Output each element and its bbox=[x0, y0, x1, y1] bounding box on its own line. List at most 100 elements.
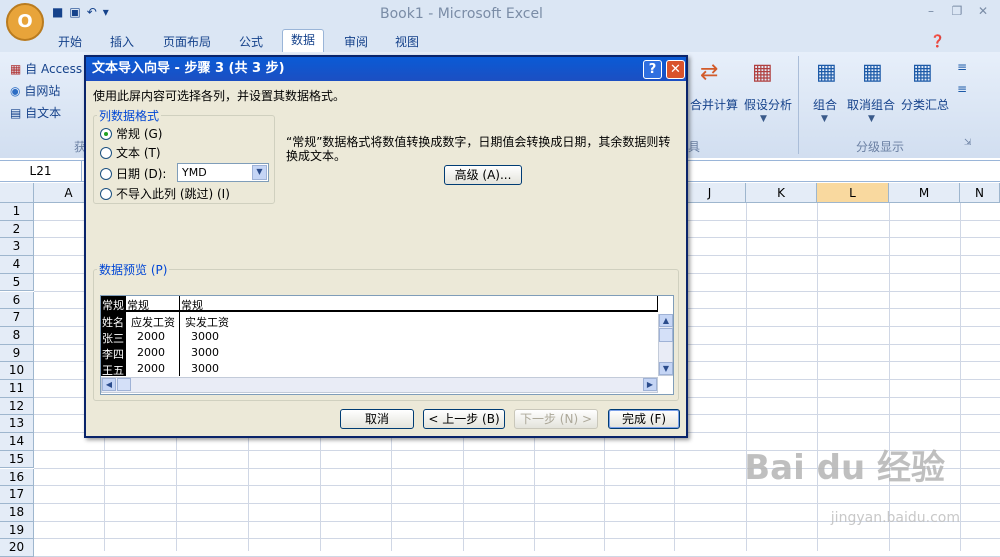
scroll-down-icon[interactable]: ▼ bbox=[659, 362, 673, 375]
column-break[interactable] bbox=[179, 296, 180, 376]
preview-cell: 3000 bbox=[191, 330, 219, 343]
outline-group-label: 分级显示 bbox=[856, 140, 905, 154]
window-title: Book1 - Microsoft Excel bbox=[380, 6, 543, 22]
from-text-button[interactable]: ▤ 自文本 bbox=[10, 104, 61, 121]
chevron-down-icon[interactable]: ▼ bbox=[252, 165, 267, 180]
preview-col-2-format[interactable]: 常规 bbox=[127, 297, 149, 313]
tab-page-layout[interactable]: 页面布局 bbox=[155, 33, 219, 50]
what-if-analysis-button[interactable]: 假设分析 bbox=[744, 96, 792, 113]
dialog-launcher-icon[interactable]: ⇲ bbox=[964, 138, 972, 148]
restore-icon[interactable]: ❐ bbox=[946, 4, 968, 18]
name-box[interactable]: L21 bbox=[0, 161, 82, 181]
next-button: 下一步 (N) > bbox=[514, 409, 598, 429]
row-header[interactable]: 9 bbox=[0, 344, 34, 363]
row-header[interactable]: 6 bbox=[0, 291, 34, 310]
group-button[interactable]: 组合 bbox=[813, 96, 837, 113]
date-format-select[interactable]: YMD ▼ bbox=[177, 163, 269, 182]
close-window-icon[interactable]: ✕ bbox=[972, 4, 994, 18]
select-all-corner[interactable] bbox=[0, 183, 34, 203]
hide-detail-icon[interactable]: ≡ bbox=[957, 82, 967, 96]
column-break bbox=[657, 296, 658, 312]
preview-horizontal-scrollbar[interactable] bbox=[101, 377, 658, 393]
group-dropdown-icon[interactable]: ▼ bbox=[821, 114, 828, 124]
tab-view[interactable]: 视图 bbox=[387, 33, 427, 50]
row-header[interactable]: 15 bbox=[0, 450, 34, 469]
data-preview-pane[interactable]: 常规 常规 常规 姓名 应发工资 实发工资 张三 2000 3000 李四 2000 3000 王… bbox=[100, 295, 674, 395]
watermark-url: jingyan.baidu.com bbox=[830, 510, 960, 526]
dialog-help-button[interactable]: ? bbox=[643, 60, 662, 79]
from-access-button[interactable]: ▦ 自 Access bbox=[10, 60, 82, 77]
row-header[interactable]: 17 bbox=[0, 486, 34, 504]
preview-cell: 2000 bbox=[137, 330, 165, 343]
row-header[interactable]: 4 bbox=[0, 256, 34, 274]
row-header[interactable]: 19 bbox=[0, 521, 34, 540]
cancel-button[interactable]: 取消 bbox=[340, 409, 414, 429]
preview-col-3-format[interactable]: 常规 bbox=[181, 297, 203, 313]
column-header-n[interactable]: N bbox=[960, 183, 1000, 203]
row-header[interactable]: 10 bbox=[0, 362, 34, 380]
h-scroll-thumb[interactable] bbox=[117, 378, 131, 391]
consolidate-button[interactable]: 合并计算 bbox=[690, 96, 738, 113]
row-header[interactable]: 7 bbox=[0, 309, 34, 327]
preview-cell: 王五 bbox=[102, 364, 124, 377]
from-web-button[interactable]: ◉ 自网站 bbox=[10, 82, 60, 99]
column-break[interactable] bbox=[125, 296, 126, 376]
scroll-up-icon[interactable]: ▲ bbox=[659, 314, 673, 327]
group-icon: ▦ bbox=[816, 60, 837, 85]
radio-text[interactable]: 文本 (T) bbox=[100, 144, 161, 161]
tab-review[interactable]: 审阅 bbox=[336, 33, 376, 50]
scroll-thumb[interactable] bbox=[659, 328, 673, 342]
row-header[interactable]: 16 bbox=[0, 468, 34, 487]
tab-data[interactable]: 数据 bbox=[282, 29, 325, 52]
row-header[interactable]: 8 bbox=[0, 326, 34, 345]
radio-date[interactable]: 日期 (D): bbox=[100, 165, 166, 182]
undo-icon[interactable]: ↶ bbox=[87, 5, 97, 23]
row-header[interactable]: 3 bbox=[0, 238, 34, 257]
ungroup-button[interactable]: 取消组合 bbox=[847, 96, 895, 113]
advanced-button[interactable]: 高级 (A)... bbox=[444, 165, 522, 185]
column-header-m[interactable]: M bbox=[889, 183, 960, 203]
minimize-icon[interactable]: – bbox=[920, 4, 942, 18]
ungroup-dropdown-icon[interactable]: ▼ bbox=[868, 114, 875, 124]
row-header[interactable]: 18 bbox=[0, 503, 34, 522]
scroll-right-icon[interactable]: ▶ bbox=[643, 378, 657, 391]
row-header[interactable]: 14 bbox=[0, 433, 34, 451]
row-header[interactable]: 20 bbox=[0, 539, 34, 557]
instruction-text: 使用此屏内容可选择各列，并设置其数据格式。 bbox=[93, 89, 346, 103]
show-detail-icon[interactable]: ≡ bbox=[957, 60, 967, 74]
radio-general[interactable]: 常规 (G) bbox=[100, 125, 162, 142]
row-header[interactable]: 5 bbox=[0, 273, 34, 292]
subtotal-icon: ▦ bbox=[912, 60, 933, 85]
dialog-title: 文本导入向导 - 步骤 3 (共 3 步) bbox=[86, 57, 686, 81]
subtotal-button[interactable]: 分类汇总 bbox=[901, 96, 949, 113]
save-icon[interactable]: ■ bbox=[52, 5, 63, 23]
preview-col-1-format[interactable]: 常规 bbox=[102, 297, 124, 313]
access-icon: ▦ bbox=[10, 62, 22, 76]
finish-button[interactable]: 完成 (F) bbox=[608, 409, 680, 429]
column-gridline bbox=[889, 203, 890, 551]
row-header[interactable]: 11 bbox=[0, 380, 34, 398]
radio-skip-column[interactable]: 不导入此列 (跳过) (I) bbox=[100, 185, 230, 202]
row-header[interactable]: 2 bbox=[0, 220, 34, 239]
row-header[interactable]: 13 bbox=[0, 415, 34, 434]
row-gridline bbox=[34, 538, 1000, 540]
column-header-k[interactable]: K bbox=[746, 183, 817, 203]
row-header[interactable]: 1 bbox=[0, 203, 34, 221]
row-header[interactable]: 12 bbox=[0, 397, 34, 416]
what-if-icon: ▦ bbox=[752, 60, 773, 85]
help-icon[interactable]: ❓ bbox=[930, 34, 945, 48]
column-header-l[interactable]: L bbox=[817, 183, 889, 203]
scroll-left-icon[interactable]: ◀ bbox=[102, 378, 116, 391]
what-if-dropdown-icon[interactable]: ▼ bbox=[760, 114, 767, 124]
dialog-close-button[interactable]: ✕ bbox=[666, 60, 685, 79]
quick-access-toolbar: ■ ▣ ↶ ▾ bbox=[52, 5, 109, 23]
web-icon: ◉ bbox=[10, 84, 21, 98]
back-button[interactable]: < 上一步 (B) bbox=[423, 409, 505, 429]
print-preview-icon[interactable]: ▣ bbox=[69, 5, 80, 23]
preview-cell: 张三 bbox=[102, 332, 124, 345]
tab-home[interactable]: 开始 bbox=[50, 33, 90, 50]
customize-toolbar-icon[interactable]: ▾ bbox=[103, 5, 109, 23]
tab-formulas[interactable]: 公式 bbox=[231, 33, 271, 50]
office-button[interactable]: O bbox=[6, 3, 44, 41]
tab-insert[interactable]: 插入 bbox=[102, 33, 142, 50]
